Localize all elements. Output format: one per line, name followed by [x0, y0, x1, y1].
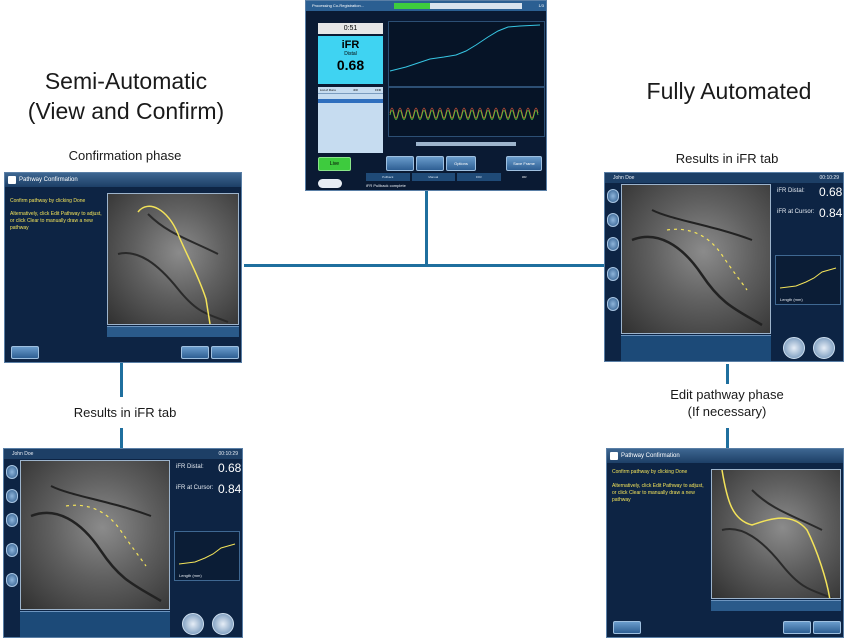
frame-controls-left — [20, 611, 170, 637]
pathway-overlay — [631, 209, 763, 327]
pressure-trace — [389, 24, 541, 72]
confirmation-phase-caption: Confirmation phase — [68, 148, 182, 163]
connector-left-down — [120, 363, 123, 397]
connector-right-down — [726, 364, 729, 384]
connector-right-down-2 — [726, 428, 729, 448]
semi-automatic-heading: Semi-Automatic (View and Confirm) — [10, 66, 242, 126]
results-caption-left: Results in iFR tab — [73, 405, 177, 420]
image-toolbar-left — [107, 326, 239, 337]
ifr-distal-value-right: 0.68 — [819, 185, 843, 199]
top-console-screen: Processing Co-Registration... 1/3 0:51 i… — [305, 0, 547, 191]
ifr-cursor-label-right: iFR at Cursor: — [777, 209, 815, 215]
ifr-length-chart-right: Length (mm) — [775, 255, 841, 305]
side-button-3[interactable] — [607, 237, 619, 251]
side-button-1[interactable] — [607, 189, 619, 203]
confirmation-panel-right: Pathway Confirmation Confirm pathway by … — [606, 448, 844, 638]
window-icon — [610, 452, 618, 460]
edit-pathway-button-left[interactable] — [181, 346, 209, 359]
image-toolbar-right — [711, 600, 841, 611]
confirm-title-right: Pathway Confirmation — [621, 453, 680, 459]
side-button-4[interactable] — [6, 543, 18, 557]
pathway-overlay — [30, 485, 162, 603]
add-bookmark-button-right[interactable] — [783, 337, 805, 359]
results-caption-right: Results in iFR tab — [675, 151, 779, 166]
pathway-overlay — [721, 470, 833, 598]
fully-automated-heading: Fully Automated — [646, 78, 812, 104]
vessel-1 — [117, 252, 229, 323]
ifr-distal-label-right: iFR Distal: — [777, 188, 805, 194]
exam-time-right: 00:10:29 — [819, 175, 839, 181]
edit-pathway-button-right[interactable] — [783, 621, 811, 634]
results-panel-right: John Doe 00:10:29 iFR Distal: 0.68 iFR a… — [604, 172, 844, 362]
semi-automatic-line-1: Semi-Automatic — [44, 68, 208, 94]
vessel-1 — [30, 511, 162, 603]
confirm-instruction-2-right: Alternatively, click Edit Pathway to adj… — [612, 483, 704, 503]
patient-name-right: John Doe — [613, 175, 635, 181]
edit-pathway-line-1: Edit pathway phase — [670, 387, 784, 402]
confirm-instruction-1-right: Confirm pathway by clicking Done — [612, 469, 688, 475]
angiogram-image-right-top — [621, 184, 771, 334]
info-button-right[interactable] — [613, 621, 641, 634]
done-button-left[interactable] — [211, 346, 239, 359]
edit-pathway-line-2: (If necessary) — [687, 404, 767, 419]
ifr-distal-label-left: iFR Distal: — [176, 464, 204, 470]
angiogram-image-left-top — [107, 193, 239, 325]
top-screen-charts-svg — [389, 24, 541, 120]
ifr-step-line — [779, 267, 837, 289]
window-icon — [8, 176, 16, 184]
vessel-2 — [147, 213, 219, 255]
chart-xlabel-right: Length (mm) — [780, 297, 803, 302]
ifr-cursor-label-left: iFR at Cursor: — [176, 485, 214, 491]
angiogram-image-right-bottom — [711, 469, 841, 599]
connector-vertical-top — [425, 190, 428, 266]
results-header-right: John Doe 00:10:29 — [605, 173, 843, 183]
ifr-length-chart-left: Length (mm) — [174, 531, 240, 581]
vessel-1 — [631, 235, 763, 327]
exam-time-left: 00:10:29 — [218, 451, 238, 457]
confirm-titlebar-left: Pathway Confirmation — [5, 173, 241, 187]
ifr-cursor-value-left: 0.84 — [218, 482, 242, 496]
connector-left-down-2 — [120, 428, 123, 448]
pathway-line — [721, 470, 831, 598]
semi-automatic-line-2: (View and Confirm) — [27, 98, 225, 124]
vessel-2 — [751, 489, 823, 531]
ifr-distal-value-left: 0.68 — [218, 461, 242, 475]
pathway-overlay — [117, 205, 229, 324]
side-button-4[interactable] — [607, 267, 619, 281]
confirmation-panel-left: Pathway Confirmation Confirm pathway by … — [4, 172, 242, 363]
chart-xlabel-left: Length (mm) — [179, 573, 202, 578]
side-button-1[interactable] — [6, 465, 18, 479]
frame-controls-right — [621, 335, 771, 361]
connector-horizontal — [244, 264, 606, 267]
results-header-left: John Doe 00:10:29 — [4, 449, 242, 459]
done-button-right[interactable] — [813, 621, 841, 634]
confirm-instruction-2-left: Alternatively, click Edit Pathway to adj… — [10, 211, 102, 231]
add-bookmark-button-left[interactable] — [182, 613, 204, 635]
waveform-trace-red — [389, 107, 539, 119]
vessel-1 — [721, 528, 833, 598]
info-button-left[interactable] — [11, 346, 39, 359]
side-button-2[interactable] — [607, 213, 619, 227]
ifr-cursor-value-right: 0.84 — [819, 206, 843, 220]
confirm-instruction-1-left: Confirm pathway by clicking Done — [10, 198, 86, 204]
side-button-5[interactable] — [6, 573, 18, 587]
side-button-2[interactable] — [6, 489, 18, 503]
results-panel-left: John Doe 00:10:29 iFR Distal: 0.68 iFR a… — [3, 448, 243, 638]
confirm-title-left: Pathway Confirmation — [19, 177, 78, 183]
angiogram-image-left-bottom — [20, 460, 170, 610]
zoom-button-left[interactable] — [212, 613, 234, 635]
zoom-button-right[interactable] — [813, 337, 835, 359]
side-button-3[interactable] — [6, 513, 18, 527]
edit-pathway-caption: Edit pathway phase (If necessary) — [620, 386, 834, 420]
patient-name-left: John Doe — [12, 451, 34, 457]
ifr-step-line — [178, 543, 236, 565]
side-button-5[interactable] — [607, 297, 619, 311]
pathway-line — [137, 205, 211, 324]
confirm-titlebar-right: Pathway Confirmation — [607, 449, 843, 463]
